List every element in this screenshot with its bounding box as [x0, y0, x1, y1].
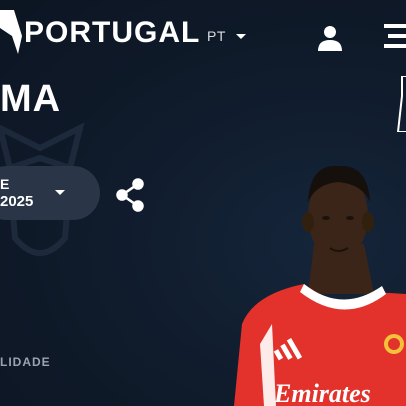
liga-portugal-logo-icon[interactable]	[0, 6, 26, 58]
season-label: E	[0, 176, 10, 192]
top-navigation-bar: PORTUGAL PT	[0, 0, 406, 78]
shirt-number-decoration-icon	[396, 76, 406, 132]
player-name-heading: MA	[0, 78, 62, 120]
language-label: PT	[207, 28, 226, 44]
season-dropdown[interactable]: E 2025	[0, 166, 100, 220]
brand-title[interactable]: PORTUGAL	[24, 16, 200, 50]
player-photo: Emirates	[234, 165, 406, 406]
menu-icon[interactable]	[384, 22, 406, 54]
user-icon[interactable]	[316, 25, 344, 51]
stat-section-label: LIDADE	[0, 355, 51, 369]
season-value: 2025	[0, 193, 34, 210]
chevron-down-icon	[55, 190, 65, 195]
jersey-sponsor-text: Emirates	[273, 379, 371, 406]
chevron-down-icon	[235, 33, 246, 39]
share-icon[interactable]	[116, 178, 146, 212]
language-selector[interactable]: PT	[207, 28, 246, 44]
